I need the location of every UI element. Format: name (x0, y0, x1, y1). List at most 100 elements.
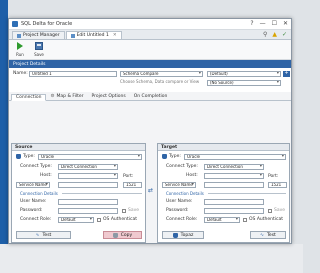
toolbar: Run Save (9, 40, 291, 60)
source-title: Source (12, 144, 145, 151)
pulse-icon: ∿ (260, 232, 264, 238)
port-label: Port: (268, 174, 279, 179)
topaz-label: Topaz (180, 232, 194, 238)
tab-connection[interactable]: Connection (11, 94, 47, 101)
target-os-auth-checkbox[interactable] (243, 218, 247, 222)
port-label: Port: (123, 174, 134, 179)
topaz-button[interactable]: Topaz (162, 231, 204, 239)
copy-label: Copy (120, 232, 133, 238)
secondary-select[interactable]: (No Source) (207, 80, 281, 86)
topaz-icon (172, 232, 178, 238)
target-type-select[interactable]: Oracle (184, 154, 286, 160)
connection-details-label: Connection Details (20, 191, 58, 196)
tab-on-completion[interactable]: On Completion (130, 93, 172, 100)
source-service-input[interactable] (58, 182, 118, 188)
tab-project-options[interactable]: Project Options (88, 93, 130, 100)
name-input[interactable]: Untitled 1 (29, 71, 117, 77)
run-label: Run (16, 52, 24, 57)
user-name-label: User Name: (20, 199, 47, 204)
target-service-input[interactable] (204, 182, 264, 188)
tab-project-manager[interactable]: Project Manager (12, 31, 65, 39)
target-save-checkbox[interactable] (268, 209, 272, 213)
source-port-input[interactable]: 1521 (123, 182, 142, 188)
source-os-auth-checkbox[interactable] (97, 218, 101, 222)
target-user-input[interactable] (204, 199, 264, 205)
compare-mode-select[interactable]: Schema Compare (120, 71, 203, 77)
close-tab-icon[interactable]: ✕ (113, 33, 117, 38)
host-label: Host: (40, 173, 52, 178)
test-label: Test (42, 232, 52, 238)
database-icon (162, 154, 167, 159)
source-password-input[interactable] (58, 208, 118, 214)
window-title: SQL Delta for Oracle (21, 21, 73, 27)
run-icon (17, 42, 23, 50)
source-save-checkbox[interactable] (122, 209, 126, 213)
tab-label: Edit Untitled 1 (76, 33, 109, 38)
pin-icon[interactable]: ⚲ (263, 31, 267, 38)
source-connect-type-select[interactable]: Direct Connection (58, 164, 118, 170)
profile-select[interactable]: (Default) (207, 71, 281, 77)
target-role-select[interactable]: Default (204, 217, 240, 223)
password-label: Password: (20, 208, 43, 213)
title-bar: SQL Delta for Oracle ? — ☐ ✕ (9, 19, 291, 30)
type-label: Type: (23, 154, 35, 159)
tab-project-options-label: Project Options (91, 94, 126, 99)
project-icon (17, 33, 21, 38)
save-button[interactable]: Save (31, 42, 47, 57)
divider (62, 193, 142, 194)
target-test-button[interactable]: ∿ Test (250, 231, 286, 239)
source-service-select[interactable]: Service Name (16, 182, 50, 188)
run-button[interactable]: Run (12, 42, 28, 57)
source-role-select[interactable]: Default (58, 217, 94, 223)
tab-label: Project Manager (23, 33, 60, 38)
target-panel: Target Type: Oracle Connect Type: Direct… (157, 143, 290, 243)
close-button[interactable]: ✕ (283, 21, 288, 27)
copy-button[interactable]: Copy (103, 231, 142, 239)
help-icon[interactable]: ? (250, 21, 253, 27)
connect-role-label: Connect Role: (166, 217, 198, 222)
source-type-select[interactable]: Oracle (38, 154, 142, 160)
name-label: Name: (13, 71, 28, 76)
edit-icon (70, 33, 75, 38)
project-details-header: Project Details (9, 60, 291, 68)
add-profile-button[interactable]: + (283, 71, 290, 77)
source-host-input[interactable] (58, 173, 118, 179)
divider (208, 193, 286, 194)
target-password-input[interactable] (204, 208, 264, 214)
save-password-label: Save (128, 208, 140, 213)
database-icon (16, 154, 21, 159)
check-icon[interactable]: ✓ (282, 31, 287, 38)
warning-icon[interactable]: ▲ (272, 31, 277, 38)
compare-hint: Choose Schema, Data compare or View (120, 79, 200, 84)
tab-on-completion-label: On Completion (133, 94, 168, 99)
desktop-background-bottom (0, 244, 303, 273)
maximize-button[interactable]: ☐ (272, 21, 277, 27)
target-service-select[interactable]: Service Name (162, 182, 196, 188)
source-user-input[interactable] (58, 199, 118, 205)
host-label: Host: (186, 173, 198, 178)
target-host-input[interactable] (204, 173, 264, 179)
header-icons: ⚲ ▲ ✓ (263, 31, 287, 38)
tab-connection-label: Connection (16, 95, 42, 100)
connect-type-label: Connect Type: (166, 164, 198, 169)
app-icon (12, 21, 18, 27)
document-tabs: Project Manager Edit Untitled 1 ✕ ⚲ ▲ ✓ (9, 30, 291, 40)
save-password-label: Save (274, 208, 286, 213)
source-test-button[interactable]: ∿ Test (16, 231, 71, 239)
tab-map-filter[interactable]: ⚙ Map & Filter (46, 93, 87, 100)
swap-icon[interactable]: ⇄ (148, 187, 153, 194)
target-connect-type-select[interactable]: Direct Connection (204, 164, 264, 170)
save-label: Save (34, 52, 44, 57)
user-name-label: User Name: (166, 199, 193, 204)
connect-role-label: Connect Role: (20, 217, 52, 222)
test-label: Test (266, 232, 276, 238)
minimize-button[interactable]: — (260, 21, 266, 27)
desktop-background (0, 0, 8, 273)
gear-icon: ⚙ (50, 94, 55, 99)
save-icon (35, 42, 43, 50)
target-port-input[interactable]: 1521 (268, 182, 287, 188)
tab-edit-untitled[interactable]: Edit Untitled 1 ✕ (65, 31, 122, 39)
type-label: Type: (169, 154, 181, 159)
password-label: Password: (166, 208, 189, 213)
os-auth-label: OS Authenticat (103, 217, 138, 222)
